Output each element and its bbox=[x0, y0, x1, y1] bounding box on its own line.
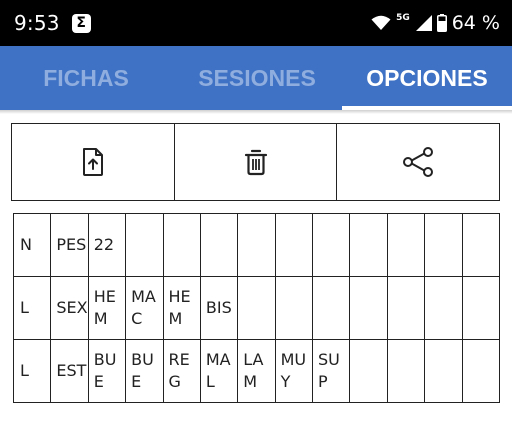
grid-cell[interactable] bbox=[349, 213, 388, 277]
sigma-icon: Σ bbox=[71, 13, 91, 33]
network-type-label: 5G bbox=[396, 13, 410, 23]
grid-row: L EST BUE BUE REG MAL LAM MUY SUP bbox=[12, 339, 500, 403]
grid-cell[interactable] bbox=[424, 339, 463, 403]
grid-cell[interactable]: HEM bbox=[87, 276, 127, 340]
grid-cell[interactable] bbox=[237, 276, 276, 340]
grid-cell[interactable]: MAL bbox=[199, 339, 239, 403]
tab-bar: FICHAS SESIONES OPCIONES bbox=[0, 46, 512, 110]
grid-cell[interactable] bbox=[274, 276, 314, 340]
grid-cell[interactable]: HEM bbox=[162, 276, 201, 340]
grid-row: N PES 22 bbox=[12, 213, 500, 277]
grid-cell[interactable]: L bbox=[12, 276, 52, 340]
grid-cell[interactable]: BIS bbox=[199, 276, 239, 340]
battery-icon bbox=[436, 14, 447, 32]
grid-cell[interactable] bbox=[125, 213, 164, 277]
grid-cell[interactable]: MUY bbox=[274, 339, 314, 403]
grid-cell[interactable] bbox=[424, 276, 463, 340]
grid-cell[interactable]: LAM bbox=[237, 339, 276, 403]
grid-cell[interactable] bbox=[386, 276, 426, 340]
grid-cell[interactable] bbox=[237, 213, 276, 277]
trash-icon bbox=[244, 149, 267, 176]
grid-cell[interactable]: PES bbox=[50, 213, 89, 277]
status-left: 9:53 Σ bbox=[14, 11, 91, 35]
action-toolbar bbox=[11, 123, 500, 201]
grid-cell[interactable] bbox=[386, 213, 426, 277]
grid-cell[interactable]: SUP bbox=[311, 339, 351, 403]
grid-cell[interactable] bbox=[461, 276, 500, 340]
grid-cell[interactable] bbox=[274, 213, 314, 277]
file-upload-icon bbox=[82, 148, 103, 176]
wifi-icon bbox=[371, 15, 391, 30]
grid-row: L SEX HEM MAC HEM BIS bbox=[12, 276, 500, 340]
tab-bar-shadow bbox=[0, 110, 512, 114]
grid-cell[interactable] bbox=[311, 213, 351, 277]
grid-cell[interactable]: SEX bbox=[50, 276, 89, 340]
grid-cell[interactable]: L bbox=[12, 339, 52, 403]
status-bar: 9:53 Σ 5G 64 % bbox=[0, 0, 512, 46]
grid-cell[interactable]: N bbox=[12, 213, 52, 277]
battery-percent: 64 % bbox=[451, 12, 500, 34]
grid-cell[interactable] bbox=[424, 213, 463, 277]
grid-cell[interactable] bbox=[199, 213, 239, 277]
grid-cell[interactable]: 22 bbox=[87, 213, 127, 277]
grid-cell[interactable]: REG bbox=[162, 339, 201, 403]
grid-cell[interactable]: MAC bbox=[125, 276, 164, 340]
grid-cell[interactable] bbox=[349, 339, 388, 403]
grid-cell[interactable]: BUE bbox=[87, 339, 127, 403]
grid-cell[interactable] bbox=[311, 276, 351, 340]
grid-cell[interactable] bbox=[386, 339, 426, 403]
data-grid: N PES 22 L SEX HEM MAC HEM BIS L EST BUE BUE REG MAL LA… bbox=[12, 213, 500, 403]
grid-cell[interactable]: EST bbox=[50, 339, 89, 403]
status-time: 9:53 bbox=[14, 11, 60, 35]
delete-button[interactable] bbox=[175, 124, 338, 200]
grid-cell[interactable] bbox=[349, 276, 388, 340]
export-file-button[interactable] bbox=[12, 124, 175, 200]
grid-cell[interactable] bbox=[162, 213, 201, 277]
signal-icon bbox=[415, 15, 432, 31]
status-right: 5G 64 % bbox=[371, 12, 500, 34]
tab-opciones[interactable]: OPCIONES bbox=[342, 46, 512, 110]
share-button[interactable] bbox=[337, 124, 499, 200]
grid-cell[interactable]: BUE bbox=[125, 339, 164, 403]
tab-fichas[interactable]: FICHAS bbox=[0, 46, 172, 110]
tab-sesiones[interactable]: SESIONES bbox=[172, 46, 342, 110]
grid-cell[interactable] bbox=[461, 213, 500, 277]
share-icon bbox=[403, 147, 434, 177]
grid-cell[interactable] bbox=[461, 339, 500, 403]
